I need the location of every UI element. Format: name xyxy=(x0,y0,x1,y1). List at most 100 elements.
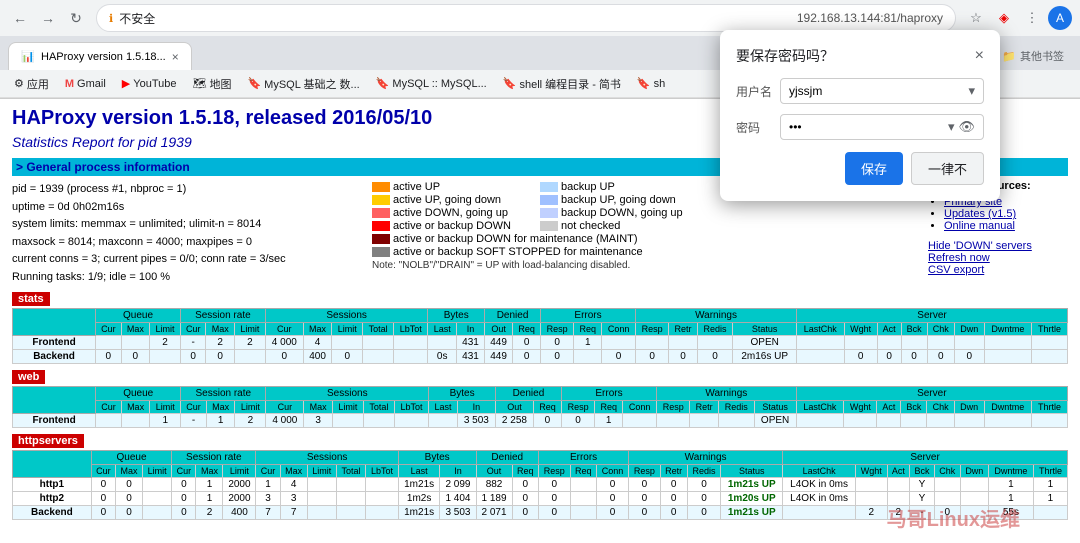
page-links: Hide 'DOWN' servers Refresh now CSV expo… xyxy=(928,240,1068,276)
password-dialog: 要保存密码吗？ × 用户名 ▾ 密码 ▾ 👁 保存 一律不 xyxy=(720,30,1000,201)
th-sv-lastchk: LastChk xyxy=(797,323,845,336)
youtube-icon: ▶ xyxy=(122,77,130,90)
httpservers-section-title: httpservers xyxy=(12,434,84,448)
link-refresh[interactable]: Refresh now xyxy=(928,252,990,264)
tab-title: HAProxy version 1.5.18... xyxy=(41,51,166,63)
http-th-name xyxy=(13,451,92,478)
th-sr-max: Max xyxy=(206,323,234,336)
info-uptime: uptime = 0d 0h02m16s xyxy=(12,199,352,216)
stats-header-row-1: Queue Session rate Sessions Bytes Denied… xyxy=(13,309,1068,323)
info-system-limits: system limits: memmax = unlimited; ulimi… xyxy=(12,216,352,233)
apps-icon: ⚙ xyxy=(14,77,24,90)
th-sv-dwn: Dwn xyxy=(954,323,984,336)
th-sv-thrtle: Thrtle xyxy=(1032,323,1068,336)
legend-color-backup-down-going-up xyxy=(540,208,558,218)
address-text: 不安全 xyxy=(119,10,787,27)
bookmark-shell[interactable]: 🔖 shell 编程目录 - 简书 xyxy=(497,74,627,94)
legend-label-backup-down-going-up: backup DOWN, going up xyxy=(561,207,683,219)
address-bar[interactable]: ℹ 不安全 192.168.13.144:81/haproxy xyxy=(96,4,956,32)
legend-color-backup-up xyxy=(540,182,558,192)
bookmark-mysql2[interactable]: 🔖 MySQL :: MySQL... xyxy=(370,75,493,92)
dialog-password-dropdown[interactable]: ▾ xyxy=(948,119,955,135)
http-th-warnings: Warnings xyxy=(629,451,783,465)
browser-actions: ☆ ◈ ⋮ A xyxy=(964,6,1072,30)
th-denied: Denied xyxy=(485,309,541,323)
gmail-label: Gmail xyxy=(77,78,106,90)
dialog-password-label: 密码 xyxy=(736,119,772,136)
th-w-redis: Redis xyxy=(697,323,733,336)
http-th-server: Server xyxy=(783,451,1068,465)
bookmark-maps[interactable]: 🗺 地图 xyxy=(186,74,237,94)
dialog-password-input[interactable] xyxy=(789,120,944,134)
dialog-username-input[interactable] xyxy=(789,84,964,98)
web-th-warnings: Warnings xyxy=(657,387,797,401)
dialog-never-button[interactable]: 一律不 xyxy=(911,152,984,185)
th-errors: Errors xyxy=(541,309,636,323)
web-row-frontend: Frontend xyxy=(13,414,96,428)
bookmark-sh[interactable]: 🔖 sh xyxy=(631,75,671,92)
refresh-button[interactable]: ↻ xyxy=(64,6,88,30)
legend-backup-going-down: backup UP, going down xyxy=(540,194,700,206)
more-button[interactable]: ⋮ xyxy=(1020,6,1044,30)
bookmark-youtube[interactable]: ▶ YouTube xyxy=(116,75,183,92)
sh-label: sh xyxy=(654,78,666,90)
legend-label-soft-stopped: active or backup SOFT STOPPED for mainte… xyxy=(393,246,643,258)
legend-label-down: active or backup DOWN xyxy=(393,220,511,232)
stats-frontend-row: Frontend 2 -22 4 0004 431449 00 1 OPEN xyxy=(13,336,1068,350)
back-button[interactable]: ← xyxy=(8,6,32,30)
shell-label: shell 编程目录 - 简书 xyxy=(519,76,620,92)
legend-row-4: active or backup DOWN not checked xyxy=(372,220,908,232)
mysql2-label: MySQL :: MySQL... xyxy=(392,78,486,90)
mysql2-icon: 🔖 xyxy=(376,77,390,90)
bookmark-apps[interactable]: ⚙ 应用 xyxy=(8,74,55,94)
dialog-close-button[interactable]: × xyxy=(975,47,984,65)
maps-icon: 🗺 xyxy=(192,77,206,90)
web-th-name xyxy=(13,387,96,414)
web-th-bytes: Bytes xyxy=(429,387,496,401)
dialog-password-eye[interactable]: 👁 xyxy=(959,119,976,135)
dialog-username-row: 用户名 ▾ xyxy=(736,78,984,104)
legend-label-active-up: active UP xyxy=(393,181,440,193)
web-th-server: Server xyxy=(796,387,1067,401)
legend-note: Note: "NOLB"/"DRAIN" = UP with load-bala… xyxy=(372,260,908,271)
other-bookmarks[interactable]: 📁 其他书签 xyxy=(994,42,1072,70)
legend-maint: active or backup DOWN for maintenance (M… xyxy=(372,233,702,245)
web-th-errors: Errors xyxy=(561,387,656,401)
profile-button[interactable]: A xyxy=(1048,6,1072,30)
http-th-denied: Denied xyxy=(476,451,539,465)
th-q-cur: Cur xyxy=(96,323,122,336)
dialog-username-dropdown[interactable]: ▾ xyxy=(968,83,975,99)
th-b-last: Last xyxy=(428,323,456,336)
link-csv-export[interactable]: CSV export xyxy=(928,264,984,276)
bookmark-gmail[interactable]: M Gmail xyxy=(59,76,112,92)
forward-button[interactable]: → xyxy=(36,6,60,30)
apps-label: 应用 xyxy=(27,76,49,92)
row-http1: http1 xyxy=(13,478,92,492)
legend-label-down-going-up: active DOWN, going up xyxy=(393,207,508,219)
link-online-manual[interactable]: Online manual xyxy=(944,220,1015,232)
extensions-button[interactable]: ◈ xyxy=(992,6,1016,30)
legend-color-down xyxy=(372,221,390,231)
bookmark-button[interactable]: ☆ xyxy=(964,6,988,30)
th-name xyxy=(13,309,96,336)
web-table: Queue Session rate Sessions Bytes Denied… xyxy=(12,386,1068,428)
nav-buttons: ← → ↻ xyxy=(8,6,88,30)
bookmark-mysql1[interactable]: 🔖 MySQL 基础之 数... xyxy=(241,74,365,94)
dialog-save-button[interactable]: 保存 xyxy=(845,152,903,185)
tab-close-button[interactable]: × xyxy=(172,50,179,64)
dialog-header: 要保存密码吗？ × xyxy=(736,46,984,66)
link-updates[interactable]: Updates (v1.5) xyxy=(944,208,1016,220)
web-th-denied: Denied xyxy=(495,387,561,401)
th-sv-act: Act xyxy=(877,323,901,336)
th-e-req: Req xyxy=(574,323,602,336)
legend-backup-down-going-up: backup DOWN, going up xyxy=(540,207,700,219)
legend-color-maint xyxy=(372,234,390,244)
stats-table: Queue Session rate Sessions Bytes Denied… xyxy=(12,308,1068,364)
dialog-username-label: 用户名 xyxy=(736,83,772,100)
th-sv-dwntme: Dwntme xyxy=(984,323,1031,336)
active-tab[interactable]: 📊 HAProxy version 1.5.18... × xyxy=(8,42,192,70)
legend-active-backup-down: active or backup DOWN xyxy=(372,220,532,232)
dialog-password-input-wrap[interactable]: ▾ 👁 xyxy=(780,114,984,140)
dialog-username-input-wrap[interactable]: ▾ xyxy=(780,78,984,104)
link-hide-down[interactable]: Hide 'DOWN' servers xyxy=(928,240,1032,252)
